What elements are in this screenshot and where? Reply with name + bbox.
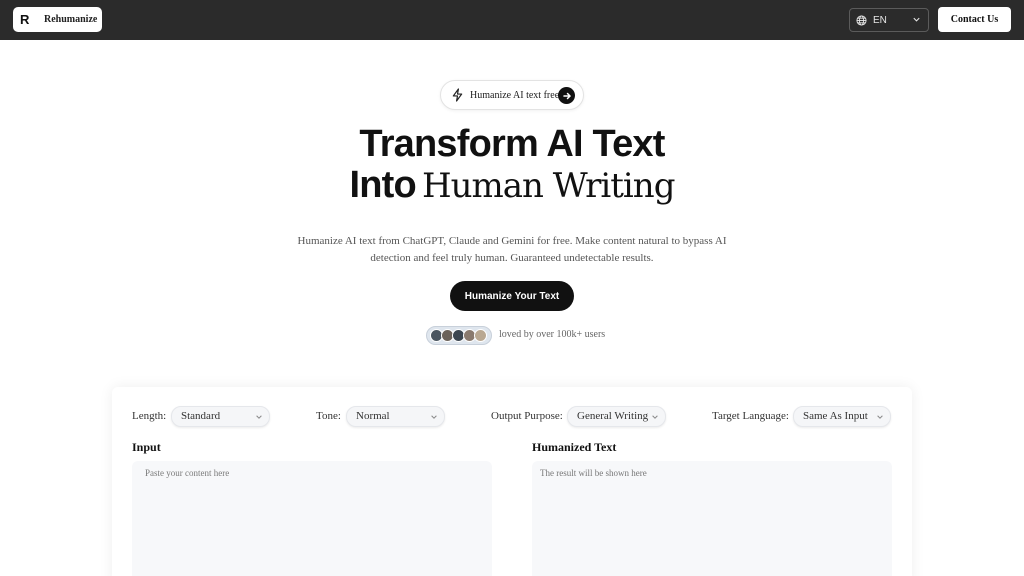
r-logo-icon: R [20,11,30,27]
humanize-free-pill[interactable]: Humanize AI text free [440,80,584,110]
target-language-value: Same As Input [803,410,868,422]
chevron-down-icon [652,415,658,419]
hero-title-into: Into [349,164,417,206]
user-avatars-group [426,326,492,345]
humanize-your-text-button[interactable]: Humanize Your Text [450,281,574,311]
humanized-text-title: Humanized Text [532,440,617,454]
length-label: Length: [132,410,167,422]
chevron-down-icon [256,415,262,419]
tone-value: Normal [356,410,390,422]
brand-logo-button[interactable]: R Rehumanize [13,7,102,32]
hero-title-line-1: Transform AI Text [359,123,665,165]
input-title: Input [132,440,161,454]
language-value: EN [873,14,887,26]
pill-label: Humanize AI text free [470,89,560,101]
output-purpose-value: General Writing [577,410,649,422]
tone-select[interactable]: Normal [346,406,445,427]
arrow-right-icon [558,87,575,104]
output-purpose-label: Output Purpose: [491,410,563,422]
top-navigation-bar: R Rehumanize EN Contact Us [0,0,1024,40]
lightning-icon [452,88,463,102]
language-select[interactable]: EN [849,8,929,32]
avatar [474,329,487,342]
output-purpose-select[interactable]: General Writing [567,406,666,427]
input-textarea[interactable] [132,461,492,576]
hero-subtitle: Humanize AI text from ChatGPT, Claude an… [297,235,727,264]
target-language-select[interactable]: Same As Input [793,406,891,427]
tone-label: Tone: [316,410,341,422]
humanized-result-box: The result will be shown here [532,461,892,576]
result-placeholder: The result will be shown here [540,468,647,478]
globe-icon [856,14,867,26]
brand-name: Rehumanize [44,14,98,25]
social-proof-text: loved by over 100k+ users [499,329,606,340]
contact-us-button[interactable]: Contact Us [938,7,1011,32]
length-select[interactable]: Standard [171,406,270,427]
chevron-down-icon [431,415,437,419]
target-language-label: Target Language: [712,410,789,422]
hero-title-human-writing: Human Writing [421,166,676,206]
chevron-down-icon [913,17,920,22]
length-value: Standard [181,410,221,422]
chevron-down-icon [877,415,883,419]
hero-title-line-2: Into Human Writing [0,165,1024,206]
